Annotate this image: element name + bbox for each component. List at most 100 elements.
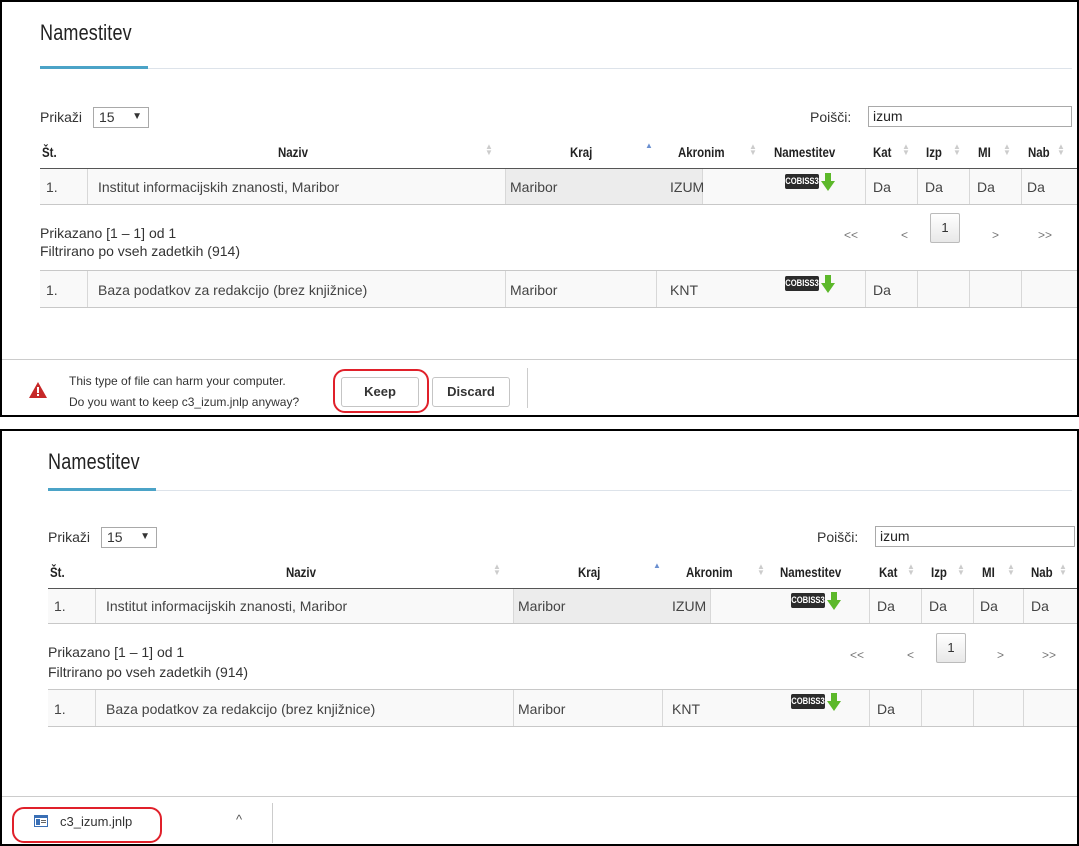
cell-akronim: KNT: [672, 701, 700, 717]
page-size-select[interactable]: 15 ▼: [101, 527, 157, 548]
cell-divider: [95, 690, 96, 726]
cell-izp: Da: [929, 598, 947, 614]
table-row[interactable]: 1. Institut informacijskih znanosti, Mar…: [40, 168, 1077, 205]
pager-current[interactable]: 1: [930, 213, 960, 243]
cell-divider: [1023, 690, 1024, 726]
col-header-mi[interactable]: MI: [982, 564, 995, 580]
chevron-up-icon[interactable]: ^: [236, 812, 242, 827]
table-row[interactable]: 1. Baza podatkov za redakcijo (brez knji…: [48, 689, 1077, 727]
sort-asc-icon: ▲: [653, 561, 661, 570]
cell-divider: [505, 271, 506, 307]
col-header-namestitev[interactable]: Namestitev: [774, 144, 835, 160]
cell-mi: Da: [980, 598, 998, 614]
col-header-st[interactable]: Št.: [42, 144, 57, 160]
cell-kraj: Maribor: [510, 282, 558, 298]
cobiss3-install-button[interactable]: COBISS3: [782, 173, 836, 191]
col-header-namestitev[interactable]: Namestitev: [780, 564, 841, 580]
cell-naziv: Institut informacijskih znanosti, Maribo…: [98, 179, 340, 195]
pager-current[interactable]: 1: [936, 633, 966, 663]
sort-icon: ▲ ▼: [1057, 142, 1065, 157]
cell-num: 1.: [54, 598, 66, 614]
screenshot-panel-warning: Namestitev Prikaži 15 ▼ Poišči: izum Št. …: [0, 0, 1079, 417]
cell-divider: [1023, 589, 1024, 623]
filter-info: Filtrirano po vseh zadetkih (914): [40, 243, 240, 259]
col-header-akronim[interactable]: Akronim: [678, 144, 725, 160]
shown-info: Prikazano [1 – 1] od 1: [48, 644, 185, 660]
pager-first[interactable]: <<: [850, 648, 864, 662]
pager-next[interactable]: >: [992, 228, 999, 242]
col-header-akronim[interactable]: Akronim: [686, 564, 733, 580]
search-input[interactable]: izum: [868, 106, 1072, 127]
cell-divider: [662, 690, 663, 726]
cell-divider: [869, 589, 870, 623]
cell-divider: [921, 589, 922, 623]
warning-line2: Do you want to keep c3_izum.jnlp anyway?: [69, 395, 300, 409]
download-arrow-icon: [827, 693, 841, 711]
cell-divider: [865, 271, 866, 307]
pager-last[interactable]: >>: [1038, 228, 1052, 242]
cell-nab: Da: [1031, 598, 1049, 614]
bar-separator: [527, 368, 528, 408]
cell-num: 1.: [54, 701, 66, 717]
cell-divider: [513, 589, 514, 623]
cell-izp: Da: [925, 179, 943, 195]
col-header-nab[interactable]: Nab: [1028, 144, 1050, 160]
page-size-select[interactable]: 15 ▼: [93, 107, 149, 128]
warning-line1: This type of file can harm your computer…: [69, 374, 286, 388]
cobiss3-install-button[interactable]: COBISS3: [788, 592, 842, 610]
sort-icon: ▲ ▼: [1007, 562, 1015, 577]
discard-button[interactable]: Discard: [432, 377, 510, 407]
col-header-st[interactable]: Št.: [50, 564, 65, 580]
cell-divider: [969, 271, 970, 307]
sort-icon: ▲ ▼: [1059, 562, 1067, 577]
col-header-kraj[interactable]: Kraj: [570, 144, 592, 160]
cobiss3-install-button[interactable]: COBISS3: [788, 693, 842, 711]
table-row[interactable]: 1. Baza podatkov za redakcijo (brez knji…: [40, 270, 1077, 308]
pager-first[interactable]: <<: [844, 228, 858, 242]
col-header-kat[interactable]: Kat: [873, 144, 892, 160]
col-header-kraj[interactable]: Kraj: [578, 564, 600, 580]
pager-prev[interactable]: <: [901, 228, 908, 242]
screenshot-panel-download: Namestitev Prikaži 15 ▼ Poišči: izum Št. …: [0, 429, 1079, 846]
pager-last[interactable]: >>: [1042, 648, 1056, 662]
highlight-ring: [12, 807, 162, 843]
sort-icon: ▲ ▼: [957, 562, 965, 577]
page-title: Namestitev: [40, 20, 132, 45]
cell-divider: [710, 589, 711, 623]
sort-icon: ▲ ▼: [907, 562, 915, 577]
search-input[interactable]: izum: [875, 526, 1075, 547]
title-divider: [40, 68, 1072, 69]
sort-icon: ▲ ▼: [485, 142, 493, 157]
cell-divider: [505, 169, 506, 204]
cell-divider: [917, 169, 918, 204]
cell-akronim: IZUM: [670, 179, 705, 195]
cell-akronim: IZUM: [672, 598, 707, 614]
sort-icon: ▲ ▼: [953, 142, 961, 157]
pager-prev[interactable]: <: [907, 648, 914, 662]
cobiss3-label: COBISS3: [785, 276, 819, 291]
pager-next[interactable]: >: [997, 648, 1004, 662]
col-header-kat[interactable]: Kat: [879, 564, 898, 580]
search-label: Poišči:: [810, 109, 852, 125]
col-header-izp[interactable]: Izp: [931, 564, 947, 580]
cobiss3-install-button[interactable]: COBISS3: [782, 275, 836, 293]
cell-akronim: KNT: [670, 282, 698, 298]
cell-divider: [1021, 271, 1022, 307]
cell-divider: [921, 690, 922, 726]
col-header-mi[interactable]: MI: [978, 144, 991, 160]
col-header-nab[interactable]: Nab: [1031, 564, 1053, 580]
download-arrow-icon: [821, 173, 835, 191]
sort-icon: ▲ ▼: [902, 142, 910, 157]
download-arrow-icon: [827, 592, 841, 610]
col-header-naziv[interactable]: Naziv: [286, 564, 316, 580]
download-warning-bar: This type of file can harm your computer…: [2, 359, 1077, 415]
page-title: Namestitev: [48, 449, 140, 474]
search-label: Poišči:: [817, 529, 859, 545]
col-header-naziv[interactable]: Naziv: [278, 144, 308, 160]
col-header-izp[interactable]: Izp: [926, 144, 942, 160]
cell-naziv: Institut informacijskih znanosti, Maribo…: [106, 598, 348, 614]
sort-icon: ▲ ▼: [749, 142, 757, 157]
sort-icon: ▲ ▼: [493, 562, 501, 577]
cell-divider: [656, 271, 657, 307]
table-row[interactable]: 1. Institut informacijskih znanosti, Mar…: [48, 588, 1077, 624]
